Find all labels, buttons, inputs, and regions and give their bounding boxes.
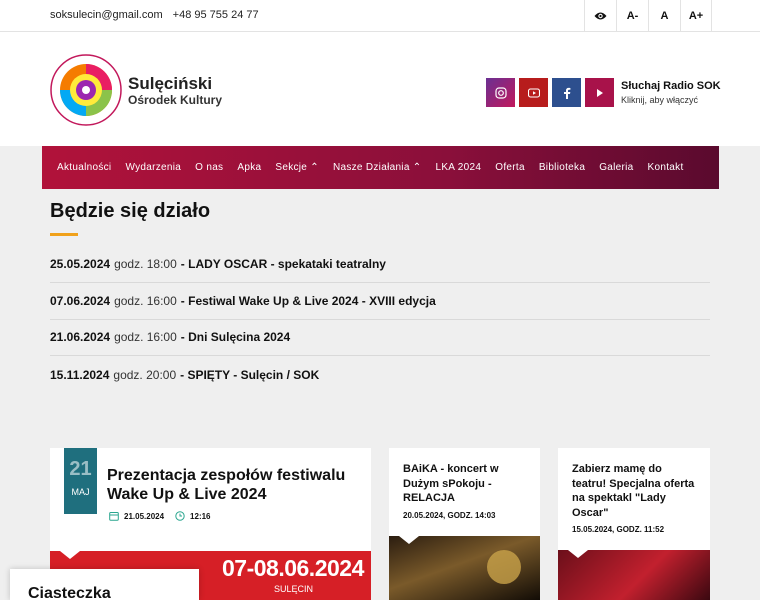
image-notch	[399, 536, 419, 544]
image-notch	[568, 550, 588, 558]
calendar-icon	[109, 512, 119, 521]
event-date: 25.05.2024	[50, 257, 111, 271]
event-time: godz. 16:00	[114, 330, 177, 344]
nav-item-aktualnosci[interactable]: Aktualności	[57, 162, 111, 173]
featured-date: 21.05.2024	[124, 511, 165, 521]
nav-item-kontakt[interactable]: Kontakt	[648, 162, 684, 173]
nav-item-oferta[interactable]: Oferta	[495, 162, 525, 173]
news-card-title: BAiKA - koncert w Dużym sPokoju - RELACJ…	[403, 463, 499, 504]
radio-widget[interactable]: Słuchaj Radio SOK Kliknij, aby włączyć	[621, 80, 721, 105]
radio-play-button[interactable]	[585, 78, 614, 107]
eye-icon	[594, 12, 607, 20]
youtube-icon	[527, 87, 540, 98]
events-heading: Będzie się działo	[50, 200, 211, 222]
contact-info: soksulecin@gmail.com +48 95 755 24 77	[50, 9, 259, 21]
nav-item-wydarzenia[interactable]: Wydarzenia	[125, 162, 181, 173]
news-card-image	[558, 550, 710, 600]
accessibility-controls: A- A A+	[584, 0, 712, 32]
event-date: 15.11.2024	[50, 367, 110, 382]
logo[interactable]	[50, 54, 122, 126]
instagram-icon	[494, 86, 507, 99]
nav-item-o-nas[interactable]: O nas	[195, 162, 223, 173]
event-time: godz. 16:00	[114, 294, 177, 308]
font-decrease-button[interactable]: A-	[616, 0, 648, 32]
email-link[interactable]: soksulecin@gmail.com	[50, 9, 163, 21]
youtube-button[interactable]	[519, 78, 548, 107]
instagram-button[interactable]	[486, 78, 515, 107]
cookie-banner[interactable]: Ciasteczka	[10, 569, 199, 600]
font-normal-button[interactable]: A	[648, 0, 680, 32]
event-title: - Festiwal Wake Up & Live 2024 - XVIII e…	[180, 294, 436, 308]
event-row[interactable]: 25.05.2024 godz. 18:00 - LADY OSCAR - sp…	[50, 246, 710, 283]
event-title: - SPIĘTY - Sulęcin / SOK	[180, 367, 320, 382]
banner-date: 07-08.06.2024	[222, 555, 364, 581]
event-row[interactable]: 15.11.2024 godz. 20:00 - SPIĘTY - Sulęci…	[50, 356, 710, 393]
event-row[interactable]: 07.06.2024 godz. 16:00 - Festiwal Wake U…	[50, 283, 710, 320]
font-increase-button[interactable]: A+	[680, 0, 712, 32]
radio-title: Słuchaj Radio SOK	[621, 80, 721, 92]
event-row[interactable]: 21.06.2024 godz. 16:00 - Dni Sulęcina 20…	[50, 319, 710, 356]
image-decor	[487, 550, 521, 584]
cookie-title: Ciasteczka	[28, 585, 111, 600]
event-date: 07.06.2024	[50, 294, 111, 308]
nav-item-galeria[interactable]: Galeria	[599, 162, 633, 173]
banner-notch	[60, 551, 80, 559]
brand-line1: Sulęciński	[128, 74, 213, 93]
event-time: godz. 20:00	[113, 367, 177, 382]
main-navigation: Aktualności Wydarzenia O nas Apka Sekcje…	[42, 146, 719, 189]
brand-line2: Ośrodek Kultury	[128, 93, 223, 107]
nav-item-lka-2024[interactable]: LKA 2024	[435, 162, 481, 173]
banner-place: SULĘCIN	[274, 584, 314, 594]
news-card[interactable]: Zabierz mamę do teatru! Specjalna oferta…	[558, 448, 710, 600]
contrast-button[interactable]	[584, 0, 616, 32]
featured-meta: 21.05.2024 12:16	[109, 511, 211, 521]
news-card-title: Zabierz mamę do teatru! Specjalna oferta…	[572, 463, 695, 519]
facebook-button[interactable]	[552, 78, 581, 107]
clock-icon	[175, 511, 185, 521]
featured-time: 12:16	[190, 511, 211, 521]
phone-link[interactable]: +48 95 755 24 77	[173, 9, 259, 21]
news-card-image	[389, 536, 540, 600]
event-time: godz. 18:00	[114, 257, 177, 271]
nav-item-sekcje[interactable]: Sekcje ⌃	[275, 162, 319, 173]
news-card-meta: 15.05.2024, GODZ. 11:52	[572, 525, 665, 534]
event-date: 21.06.2024	[50, 330, 111, 344]
radio-subtitle: Kliknij, aby włączyć	[621, 95, 699, 105]
featured-title: Prezentacja zespołów festiwalu Wake Up &…	[107, 467, 346, 503]
facebook-icon	[563, 87, 570, 99]
play-icon	[596, 88, 603, 97]
nav-item-apka[interactable]: Apka	[237, 162, 261, 173]
date-month: MAJ	[71, 487, 90, 497]
upcoming-events: Będzie się działo	[50, 200, 710, 236]
nav-item-nasze-dzialania[interactable]: Nasze Działania ⌃	[333, 162, 422, 173]
heading-accent	[50, 233, 78, 236]
top-bar: soksulecin@gmail.com +48 95 755 24 77 A-…	[0, 0, 760, 32]
event-title: - Dni Sulęcina 2024	[180, 330, 291, 344]
event-title: - LADY OSCAR - spekataki teatralny	[180, 257, 386, 271]
news-card[interactable]: BAiKA - koncert w Dużym sPokoju - RELACJ…	[389, 448, 540, 600]
news-card-meta: 20.05.2024, GODZ. 14:03	[403, 511, 496, 520]
brand-name[interactable]: Sulęciński Ośrodek Kultury	[128, 74, 222, 107]
featured-date-box: 21 MAJ	[64, 448, 97, 514]
date-day: 21	[69, 458, 92, 480]
nav-item-biblioteka[interactable]: Biblioteka	[539, 162, 585, 173]
